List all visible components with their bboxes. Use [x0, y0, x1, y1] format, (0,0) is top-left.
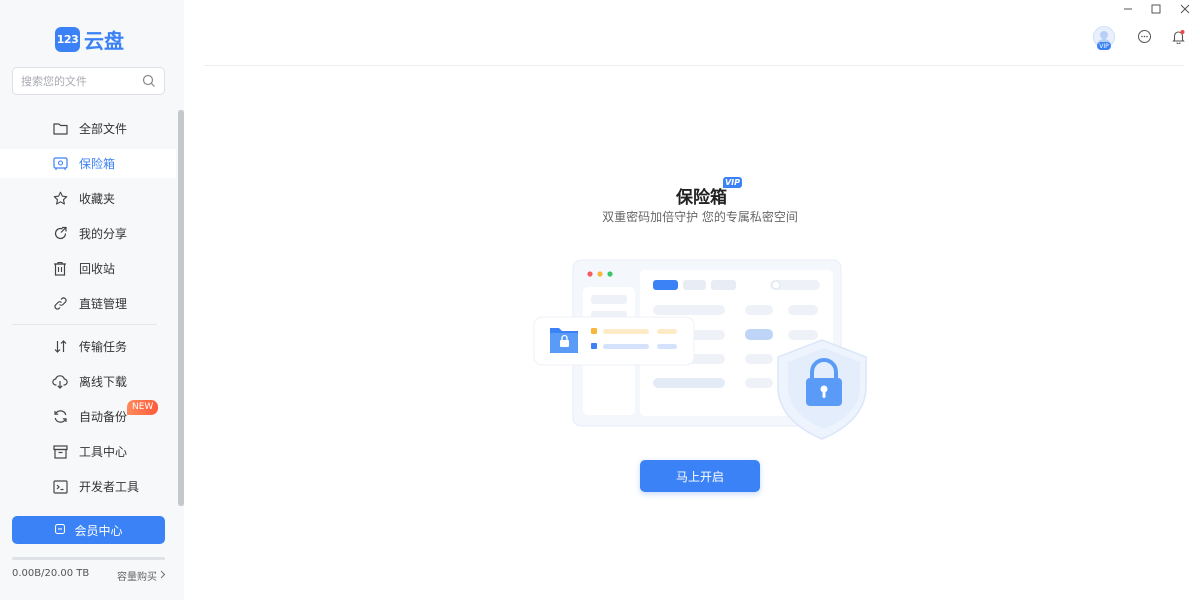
search-icon[interactable]	[142, 74, 156, 88]
sidebar-item-safe[interactable]: 保险箱	[0, 149, 176, 178]
more-icon	[1137, 29, 1152, 48]
minimize-button[interactable]	[1118, 0, 1138, 16]
sidebar-item-label: 回收站	[79, 262, 116, 276]
storage-progress-bar	[12, 557, 165, 560]
trash-icon	[52, 261, 68, 277]
page-subtitle: 双重密码加倍守护 您的专属私密空间	[602, 210, 798, 224]
close-window-button[interactable]	[1175, 0, 1195, 16]
new-badge: NEW	[127, 400, 159, 415]
bell-icon	[1171, 29, 1186, 48]
toolbox-icon	[52, 444, 68, 460]
logo-text: 云盘	[84, 29, 124, 53]
maximize-button[interactable]	[1146, 0, 1166, 16]
transfer-icon	[52, 339, 68, 355]
search-placeholder: 搜索您的文件	[21, 75, 87, 88]
sidebar-item-transfers[interactable]: 传输任务	[0, 332, 176, 361]
sidebar-item-label: 保险箱	[79, 157, 116, 171]
sidebar-item-recycle-bin[interactable]: 回收站	[0, 254, 176, 283]
sidebar-item-label: 开发者工具	[79, 480, 140, 494]
sidebar-item-label: 收藏夹	[79, 192, 116, 206]
folder-icon	[52, 121, 68, 137]
sidebar-item-label: 我的分享	[79, 227, 128, 241]
more-options-button[interactable]	[1136, 29, 1152, 48]
start-now-button[interactable]: 马上开启	[640, 460, 760, 492]
title-vip-badge: VIP	[723, 177, 742, 188]
vip-center-button[interactable]: 会员中心	[12, 516, 165, 544]
close-icon	[1180, 0, 1190, 18]
minimize-icon	[1123, 0, 1133, 18]
terminal-icon	[52, 479, 68, 495]
notification-button[interactable]	[1170, 29, 1186, 48]
buy-capacity-label: 容量购买	[117, 572, 157, 583]
sidebar-item-label: 离线下载	[79, 375, 128, 389]
header-divider	[204, 65, 1184, 66]
storage-usage-text: 0.00B/20.00 TB	[12, 568, 90, 579]
sidebar-item-label: 直链管理	[79, 297, 128, 311]
chevron-right-icon	[160, 570, 166, 582]
search-input[interactable]: 搜索您的文件	[12, 67, 165, 95]
page-title: 保险箱	[676, 188, 727, 208]
sidebar-item-label: 自动备份	[79, 410, 128, 424]
cloud-download-icon	[52, 374, 68, 390]
share-icon	[52, 226, 68, 242]
buy-capacity-link[interactable]: 容量购买	[117, 568, 166, 583]
maximize-icon	[1151, 0, 1161, 18]
avatar-vip-badge: VIP	[1097, 42, 1111, 50]
sidebar-item-label: 全部文件	[79, 122, 128, 136]
logo-badge: 123	[55, 27, 80, 52]
link-icon	[52, 296, 68, 312]
sidebar: 123 云盘 搜索您的文件 全部文件 保险箱 收藏夹 我的分享 回收站 直链管理…	[0, 0, 184, 600]
sidebar-divider	[12, 324, 157, 325]
sync-icon	[52, 409, 68, 425]
safe-icon	[52, 156, 68, 172]
sidebar-item-offline-download[interactable]: 离线下载	[0, 367, 176, 396]
safe-illustration	[530, 255, 870, 445]
vip-center-label: 会员中心	[74, 523, 123, 538]
star-icon	[52, 191, 68, 207]
sidebar-item-label: 传输任务	[79, 340, 128, 354]
vip-icon	[54, 523, 66, 538]
sidebar-item-label: 工具中心	[79, 445, 128, 459]
app-logo: 123 云盘	[55, 25, 124, 54]
sidebar-item-all-files[interactable]: 全部文件	[0, 114, 176, 143]
sidebar-item-direct-links[interactable]: 直链管理	[0, 289, 176, 318]
sidebar-scrollbar[interactable]	[178, 110, 184, 506]
sidebar-item-developer-tools[interactable]: 开发者工具	[0, 472, 176, 501]
sidebar-item-tool-center[interactable]: 工具中心	[0, 437, 176, 466]
